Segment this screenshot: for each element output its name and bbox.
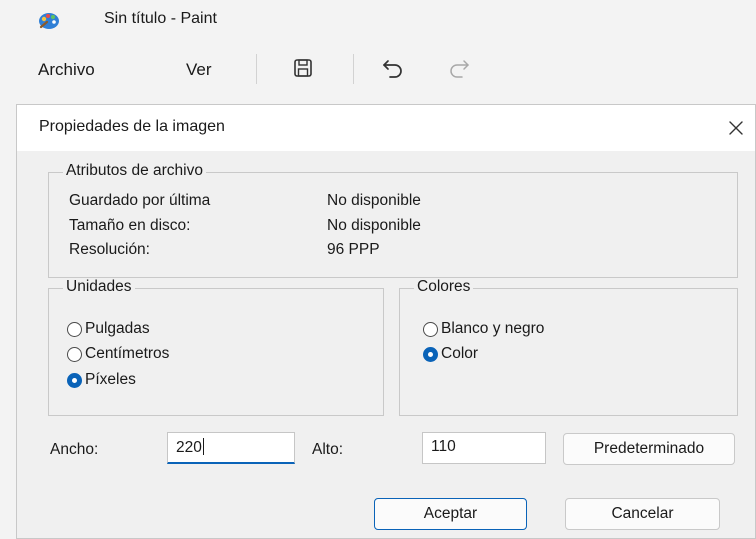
radio-label: Pulgadas (85, 320, 150, 337)
attr-label-saved: Guardado por última (69, 192, 211, 209)
window-title: Sin título - Paint (104, 10, 217, 27)
text-caret (202, 438, 204, 455)
title-bar: Sin título - Paint (0, 0, 756, 40)
radio-circle-selected (67, 372, 82, 388)
height-value: 110 (431, 438, 456, 455)
height-input[interactable]: 110 (422, 432, 546, 464)
radio-blanco-negro[interactable]: Blanco y negro (423, 320, 544, 338)
radio-color[interactable]: Color (423, 345, 478, 363)
file-attributes-legend: Atributos de archivo (63, 162, 206, 180)
default-button[interactable]: Predeterminado (563, 433, 735, 465)
width-value: 220 (176, 439, 202, 456)
undo-icon[interactable] (380, 55, 406, 81)
attr-value-size: No disponible (327, 217, 421, 234)
attr-label-size: Tamaño en disco: (69, 217, 191, 234)
paint-window: Sin título - Paint Archivo Ver Propiedad… (0, 0, 756, 539)
radio-circle (67, 346, 82, 362)
radio-pulgadas[interactable]: Pulgadas (67, 320, 150, 338)
radio-label: Centímetros (85, 345, 170, 362)
menu-archivo[interactable]: Archivo (38, 60, 95, 80)
radio-circle-selected (423, 346, 438, 362)
ok-button[interactable]: Aceptar (374, 498, 527, 530)
attr-value-resolution: 96 PPP (327, 241, 380, 258)
menu-bar: Archivo Ver (0, 48, 756, 92)
menu-ver[interactable]: Ver (186, 60, 212, 80)
image-properties-dialog: Propiedades de la imagen Atributos de ar… (16, 104, 756, 539)
menu-separator (353, 54, 354, 84)
dialog-header: Propiedades de la imagen (17, 105, 755, 151)
width-input[interactable]: 220 (167, 432, 295, 464)
paint-palette-icon (39, 13, 59, 29)
attr-label-resolution: Resolución: (69, 241, 150, 258)
radio-label: Blanco y negro (441, 320, 545, 337)
width-label: Ancho: (50, 441, 99, 458)
cancel-button[interactable]: Cancelar (565, 498, 720, 530)
redo-icon[interactable] (446, 55, 472, 81)
close-icon (729, 121, 743, 135)
dialog-title: Propiedades de la imagen (39, 118, 225, 135)
attr-value-saved: No disponible (327, 192, 421, 209)
radio-pixeles[interactable]: Píxeles (67, 371, 136, 389)
radio-label: Píxeles (85, 371, 136, 388)
radio-circle (423, 321, 438, 337)
colors-legend: Colores (414, 278, 474, 296)
units-legend: Unidades (63, 278, 135, 296)
save-icon[interactable] (290, 55, 316, 81)
close-button[interactable] (721, 113, 751, 143)
menu-separator (256, 54, 257, 84)
height-label: Alto: (312, 441, 344, 458)
radio-centimetros[interactable]: Centímetros (67, 345, 169, 363)
radio-circle (67, 321, 82, 337)
radio-label: Color (441, 345, 479, 362)
